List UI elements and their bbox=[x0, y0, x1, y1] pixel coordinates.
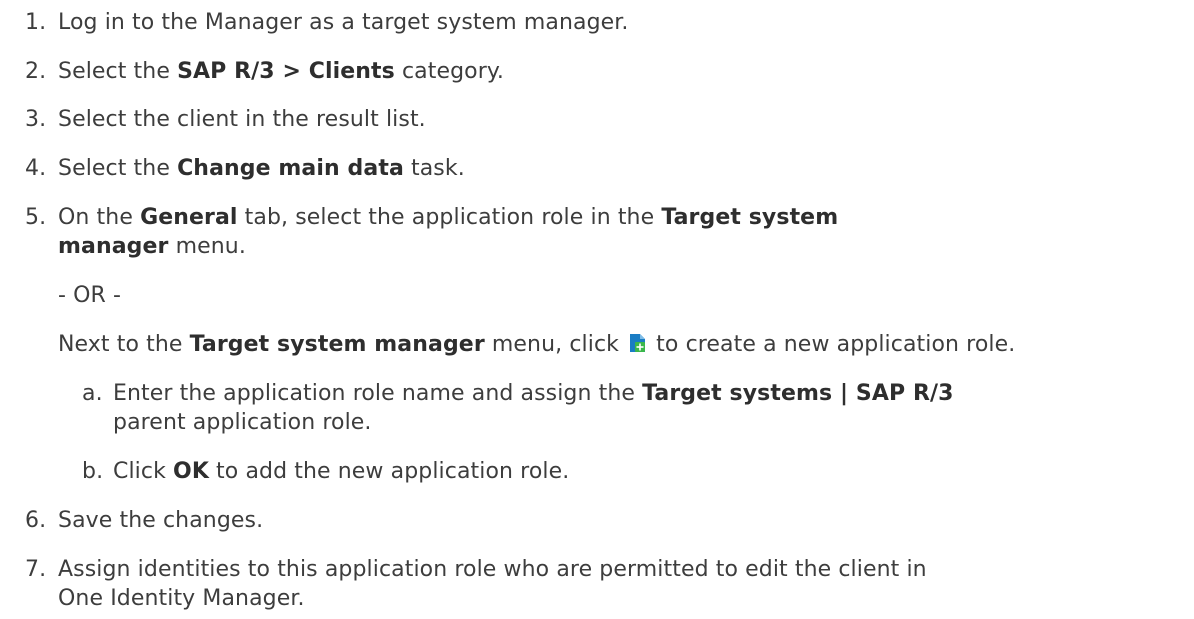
step-text: Save the changes. bbox=[58, 508, 264, 533]
step-text: to add the new application role. bbox=[208, 459, 570, 484]
step-text: Next to the bbox=[58, 332, 190, 357]
step-text: Click bbox=[113, 459, 174, 484]
step-text: to create a new application role. bbox=[649, 332, 1016, 357]
button-name-ok: OK bbox=[173, 459, 209, 484]
step-6: 6. Save the changes. bbox=[25, 506, 1194, 536]
step-7: 7. Assign identities to this application … bbox=[25, 555, 1194, 585]
step-text: tab, select the application role in the bbox=[237, 205, 662, 230]
step-text: category. bbox=[394, 59, 504, 84]
step-number: 7. bbox=[25, 557, 47, 582]
step-text: Log in to the Manager as a target system… bbox=[58, 10, 629, 35]
step-4: 4. Select the Change main data task. bbox=[25, 154, 1194, 184]
menu-name-manager: manager bbox=[58, 234, 169, 259]
substep-letter: a. bbox=[82, 381, 103, 406]
step-number: 1. bbox=[25, 10, 47, 35]
step-5-alternative: Next to the Target system manager menu, … bbox=[58, 330, 1015, 360]
or-separator: - OR - bbox=[58, 283, 122, 308]
step-number: 5. bbox=[25, 205, 47, 230]
step-1: 1. Log in to the Manager as a target syst… bbox=[25, 8, 1194, 38]
step-5: 5. On the General tab, select the applica… bbox=[25, 203, 1194, 233]
step-7-continued: One Identity Manager. bbox=[58, 586, 305, 611]
step-number: 6. bbox=[25, 508, 47, 533]
step-text: Enter the application role name and assi… bbox=[113, 381, 643, 406]
substep-a-continued: parent application role. bbox=[113, 410, 372, 435]
add-application-role-icon bbox=[629, 333, 646, 353]
menu-name-target-system: Target system bbox=[661, 205, 839, 230]
substep-letter: b. bbox=[82, 459, 104, 484]
procedure-document: 1. Log in to the Manager as a target syst… bbox=[0, 0, 1194, 619]
menu-name-target-system-manager: Target system manager bbox=[189, 332, 485, 357]
step-text: Select the bbox=[58, 156, 178, 181]
role-name-target-systems-sap: Target systems | SAP R/3 bbox=[642, 381, 954, 406]
step-text: On the bbox=[58, 205, 141, 230]
substep-a: a. Enter the application role name and as… bbox=[82, 379, 954, 409]
step-2: 2. Select the SAP R/3 > Clients category. bbox=[25, 57, 1194, 87]
task-name-change-main-data: Change main data bbox=[177, 156, 404, 181]
step-text: Select the bbox=[58, 59, 178, 84]
menu-path-sap-clients: SAP R/3 > Clients bbox=[177, 59, 395, 84]
substep-b: b. Click OK to add the new application ro… bbox=[82, 457, 569, 487]
step-number: 4. bbox=[25, 156, 47, 181]
step-5-continued: manager menu. bbox=[58, 232, 246, 262]
step-text: Select the client in the result list. bbox=[58, 107, 426, 132]
step-text: task. bbox=[403, 156, 465, 181]
step-number: 3. bbox=[25, 107, 47, 132]
step-3: 3. Select the client in the result list. bbox=[25, 105, 1194, 135]
step-text: menu. bbox=[168, 234, 246, 259]
tab-name-general: General bbox=[140, 205, 238, 230]
step-number: 2. bbox=[25, 59, 47, 84]
step-text: Assign identities to this application ro… bbox=[58, 557, 927, 582]
step-text: menu, click bbox=[484, 332, 627, 357]
